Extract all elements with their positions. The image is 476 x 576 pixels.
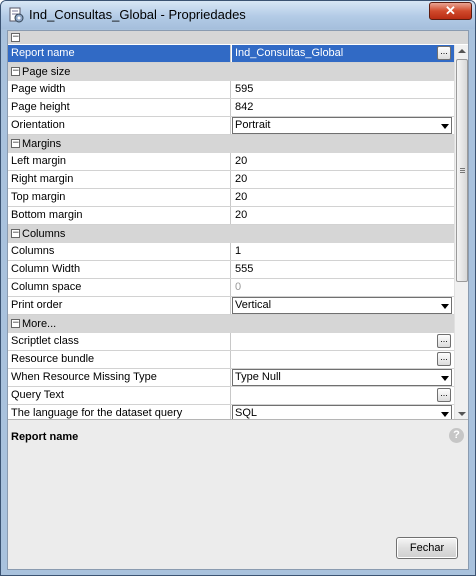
property-name: The language for the dataset query: [8, 405, 231, 419]
section-label: More...: [22, 318, 57, 330]
property-row[interactable]: Bottom margin 20: [8, 207, 454, 225]
section-header[interactable]: − Columns: [8, 225, 454, 243]
ellipsis-editor-button[interactable]: ...: [437, 334, 451, 348]
property-name: Right margin: [8, 171, 231, 188]
scroll-up-icon[interactable]: [458, 49, 466, 53]
section-header[interactable]: − Page size: [8, 63, 454, 81]
section-header[interactable]: − More...: [8, 315, 454, 333]
chevron-down-icon[interactable]: [441, 304, 449, 309]
property-value[interactable]: 20: [232, 207, 454, 224]
property-name: Scriptlet class: [8, 333, 231, 350]
property-value[interactable]: 20: [232, 153, 454, 170]
section-label: Columns: [22, 228, 66, 240]
collapse-icon[interactable]: −: [11, 139, 20, 148]
dropdown-selected-value: SQL: [235, 407, 258, 419]
collapse-icon[interactable]: −: [11, 319, 20, 328]
property-name: Columns: [8, 243, 231, 260]
property-sheet: − Report name Ind_Consultas_Global... − Pag…: [8, 31, 468, 420]
property-value-dropdown[interactable]: Type Null: [232, 369, 452, 386]
property-rows: Report name Ind_Consultas_Global... − Page …: [8, 45, 454, 419]
property-value[interactable]: 0: [232, 279, 454, 296]
property-row[interactable]: Column space 0: [8, 279, 454, 297]
grip-line-icon: [460, 172, 465, 173]
collapse-all-icon[interactable]: −: [11, 33, 20, 42]
property-sheet-toolbar: −: [8, 31, 468, 44]
property-name: Page width: [8, 81, 231, 98]
property-value[interactable]: Ind_Consultas_Global: [232, 45, 454, 62]
property-name: Column Width: [8, 261, 231, 278]
property-name: When Resource Missing Type: [8, 369, 231, 386]
window-title: Ind_Consultas_Global - Propriedades: [29, 7, 246, 22]
property-row[interactable]: Report name Ind_Consultas_Global...: [8, 45, 454, 63]
dropdown-selected-value: Vertical: [235, 299, 272, 311]
report-properties-icon: [9, 7, 24, 23]
property-value-dropdown[interactable]: SQL: [232, 405, 452, 419]
scroll-thumb[interactable]: [456, 59, 468, 282]
help-icon[interactable]: ?: [449, 428, 464, 443]
property-row[interactable]: Page width 595: [8, 81, 454, 99]
property-row[interactable]: Column Width 555: [8, 261, 454, 279]
property-name: Orientation: [8, 117, 231, 134]
property-value[interactable]: 1: [232, 243, 454, 260]
property-value-dropdown[interactable]: Portrait: [232, 117, 452, 134]
property-row[interactable]: Scriptlet class...: [8, 333, 454, 351]
property-value[interactable]: [232, 387, 454, 404]
property-row[interactable]: Orientation Portrait: [8, 117, 454, 135]
section-label: Page size: [22, 66, 71, 78]
property-value[interactable]: 20: [232, 189, 454, 206]
property-name: Bottom margin: [8, 207, 231, 224]
property-name: Page height: [8, 99, 231, 116]
dropdown-selected-value: Portrait: [235, 119, 271, 131]
collapse-icon[interactable]: −: [11, 229, 20, 238]
close-dialog-button[interactable]: Fechar: [396, 537, 458, 559]
property-row[interactable]: The language for the dataset query SQL: [8, 405, 454, 419]
property-row[interactable]: Resource bundle...: [8, 351, 454, 369]
collapse-icon[interactable]: −: [11, 67, 20, 76]
section-label: Margins: [22, 138, 62, 150]
property-row[interactable]: When Resource Missing Type Type Null: [8, 369, 454, 387]
chevron-down-icon[interactable]: [441, 412, 449, 417]
window-close-button[interactable]: ✕: [429, 2, 472, 20]
properties-window: Ind_Consultas_Global - Propriedades ✕ − …: [0, 0, 476, 576]
property-row[interactable]: Right margin 20: [8, 171, 454, 189]
property-value[interactable]: [232, 333, 454, 350]
property-value[interactable]: 555: [232, 261, 454, 278]
property-row[interactable]: Query Text...: [8, 387, 454, 405]
section-header[interactable]: − Margins: [8, 135, 454, 153]
ellipsis-editor-button[interactable]: ...: [437, 46, 451, 60]
property-value[interactable]: 20: [232, 171, 454, 188]
property-row[interactable]: Page height 842: [8, 99, 454, 117]
property-row[interactable]: Top margin 20: [8, 189, 454, 207]
ellipsis-editor-button[interactable]: ...: [437, 352, 451, 366]
property-name: Query Text: [8, 387, 231, 404]
property-value-dropdown[interactable]: Vertical: [232, 297, 452, 314]
property-row[interactable]: Left margin 20: [8, 153, 454, 171]
property-name: Print order: [8, 297, 231, 314]
property-value[interactable]: 842: [232, 99, 454, 116]
grip-line-icon: [460, 168, 465, 169]
property-name: Left margin: [8, 153, 231, 170]
dropdown-selected-value: Type Null: [235, 371, 281, 383]
title-bar[interactable]: Ind_Consultas_Global - Propriedades ✕: [1, 1, 475, 29]
property-value[interactable]: [232, 351, 454, 368]
dialog-body: − Report name Ind_Consultas_Global... − Pag…: [7, 30, 469, 570]
property-row[interactable]: Columns 1: [8, 243, 454, 261]
property-name: Report name: [8, 45, 231, 62]
vertical-scrollbar[interactable]: [454, 45, 468, 419]
chevron-down-icon[interactable]: [441, 376, 449, 381]
ellipsis-editor-button[interactable]: ...: [437, 388, 451, 402]
property-name: Column space: [8, 279, 231, 296]
grip-line-icon: [460, 170, 465, 171]
description-title: Report name: [11, 431, 79, 443]
property-value[interactable]: 595: [232, 81, 454, 98]
chevron-down-icon[interactable]: [441, 124, 449, 129]
property-name: Top margin: [8, 189, 231, 206]
scroll-down-icon[interactable]: [458, 412, 466, 416]
property-name: Resource bundle: [8, 351, 231, 368]
property-row[interactable]: Print order Vertical: [8, 297, 454, 315]
